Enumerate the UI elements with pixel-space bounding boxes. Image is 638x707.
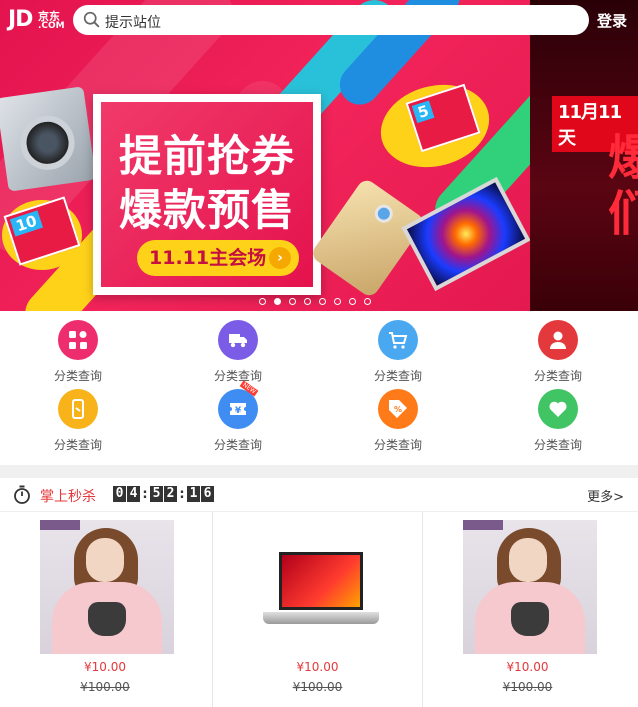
television-image bbox=[401, 176, 531, 292]
carousel-dot[interactable] bbox=[259, 298, 266, 305]
new-badge: NEW bbox=[239, 380, 259, 397]
heart-icon bbox=[538, 389, 578, 429]
search-input[interactable]: 提示站位 bbox=[73, 5, 589, 35]
next-slide-preview: 11月11天 爆们 bbox=[530, 0, 638, 311]
product-image-laptop bbox=[253, 520, 387, 654]
timer-separator: : bbox=[179, 486, 185, 502]
carousel-dot[interactable] bbox=[349, 298, 356, 305]
chevron-right-icon: › bbox=[269, 247, 291, 269]
category-label: 分类查询 bbox=[373, 438, 422, 452]
flash-sale-title: 掌上秒杀 bbox=[40, 489, 96, 505]
main-venue-button[interactable]: 11.11主会场 › bbox=[137, 240, 299, 276]
ticket-icon: ¥ NEW bbox=[218, 380, 259, 429]
category-item[interactable]: 分类查询 bbox=[348, 311, 448, 383]
washing-machine-image bbox=[0, 86, 97, 192]
carousel-dot[interactable] bbox=[304, 298, 311, 305]
grid-icon bbox=[58, 320, 98, 360]
flash-sale-products: ¥10.00 ¥100.00 ¥10.00 ¥100.00 ¥10.00 ¥10… bbox=[0, 512, 638, 707]
category-item[interactable]: ¥ NEW 分类查询 bbox=[188, 380, 288, 452]
promo-banner[interactable]: 5 10 提前抢券 爆款预售 11.11主会场 › 11月11天 爆们 bbox=[0, 0, 638, 311]
timer-digit: 6 bbox=[201, 486, 214, 502]
logo-jd: JD bbox=[8, 7, 33, 32]
coupon-value: 10 bbox=[9, 210, 43, 237]
carousel-dot[interactable] bbox=[289, 298, 296, 305]
product-image-sweater bbox=[40, 520, 174, 654]
promo-panel: 提前抢券 爆款预售 11.11主会场 › bbox=[93, 94, 321, 295]
promo-headline: 爆款预售 bbox=[119, 186, 295, 236]
main-venue-label: 11.11主会场 bbox=[149, 247, 267, 269]
promo-headline: 提前抢券 bbox=[119, 132, 295, 182]
timer-separator: : bbox=[142, 486, 148, 502]
timer-digit: 1 bbox=[187, 486, 200, 502]
svg-text:%: % bbox=[394, 405, 402, 414]
product-original-price: ¥100.00 bbox=[292, 680, 343, 694]
jd-mobile-home: 5 10 提前抢券 爆款预售 11.11主会场 › 11月11天 爆们 JD 京… bbox=[0, 0, 638, 707]
flash-sale-section: 掌上秒杀 0 4 : 5 2 : 1 6 更多> ¥10.00 ¥100.00 bbox=[0, 478, 638, 707]
cart-icon bbox=[378, 320, 418, 360]
flash-sale-header: 掌上秒杀 0 4 : 5 2 : 1 6 更多> bbox=[0, 478, 638, 512]
category-label: 分类查询 bbox=[53, 438, 102, 452]
logo-com: .COM bbox=[38, 21, 65, 31]
login-link[interactable]: 登录 bbox=[597, 10, 627, 31]
product-card[interactable]: ¥10.00 ¥100.00 bbox=[212, 512, 422, 707]
more-link[interactable]: 更多> bbox=[587, 486, 624, 505]
category-label: 分类查询 bbox=[533, 438, 582, 452]
timer-digit: 0 bbox=[113, 486, 126, 502]
product-price: ¥10.00 bbox=[506, 660, 549, 674]
product-price: ¥10.00 bbox=[296, 660, 339, 674]
category-label: 分类查询 bbox=[213, 438, 262, 452]
search-placeholder: 提示站位 bbox=[105, 15, 161, 31]
product-card[interactable]: ¥10.00 ¥100.00 bbox=[422, 512, 632, 707]
countdown-timer: 0 4 : 5 2 : 1 6 bbox=[113, 486, 214, 502]
product-card[interactable]: ¥10.00 ¥100.00 bbox=[0, 512, 210, 707]
timer-digit: 2 bbox=[164, 486, 177, 502]
product-price: ¥10.00 bbox=[84, 660, 126, 674]
coupon-icon: % bbox=[378, 389, 418, 429]
carousel-dot[interactable] bbox=[334, 298, 341, 305]
coupon-value: 5 bbox=[411, 100, 435, 124]
product-image-sweater bbox=[463, 520, 597, 654]
carousel-indicators bbox=[259, 298, 371, 306]
category-item[interactable]: 分类查询 bbox=[28, 380, 128, 452]
svg-text:¥: ¥ bbox=[235, 406, 242, 416]
category-item[interactable]: 分类查询 bbox=[508, 311, 608, 383]
category-item[interactable]: 分类查询 bbox=[188, 311, 288, 383]
phone-icon bbox=[58, 389, 98, 429]
search-icon bbox=[83, 11, 100, 28]
truck-icon bbox=[218, 320, 258, 360]
timer-digit: 4 bbox=[127, 486, 140, 502]
carousel-dot[interactable] bbox=[319, 298, 326, 305]
category-grid: 分类查询 分类查询 分类查询 分类查询 分类查询 ¥ NEW 分类查询 % 分类… bbox=[0, 311, 638, 465]
product-original-price: ¥100.00 bbox=[80, 680, 130, 694]
stopwatch-icon bbox=[14, 485, 30, 504]
category-item[interactable]: % 分类查询 bbox=[348, 380, 448, 452]
timer-digit: 5 bbox=[150, 486, 163, 502]
carousel-dot[interactable] bbox=[364, 298, 371, 305]
next-slide-text: 爆们 bbox=[608, 130, 638, 242]
user-icon bbox=[538, 320, 578, 360]
carousel-dot-active[interactable] bbox=[274, 298, 281, 305]
category-item[interactable]: 分类查询 bbox=[28, 311, 128, 383]
product-original-price: ¥100.00 bbox=[502, 680, 553, 694]
category-item[interactable]: 分类查询 bbox=[508, 380, 608, 452]
jd-logo[interactable]: JD 京东 .COM bbox=[8, 7, 66, 33]
